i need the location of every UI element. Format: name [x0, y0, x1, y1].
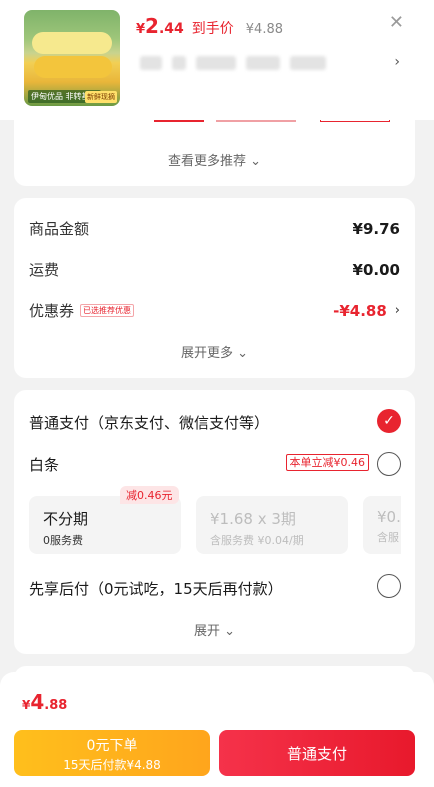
goods-amount-label: 商品金额	[29, 220, 90, 238]
blurred-spec-selector[interactable]	[140, 56, 326, 70]
total-price: ¥ 4 .88	[22, 690, 67, 714]
normal-payment-option[interactable]: 普通支付（京东支付、微信支付等）	[29, 412, 269, 433]
buy-now-pay-later-option[interactable]: 先享后付（0元试吃，15天后再付款）	[29, 578, 283, 599]
payment-method-card: 普通支付（京东支付、微信支付等） ✓ 白条 本单立减¥0.46 减0.46元 不…	[14, 390, 415, 654]
pay-later-title: 0元下单	[86, 738, 138, 754]
shipping-value: ¥0.00	[352, 260, 400, 279]
coupon-row[interactable]: 优惠券 已选推荐优惠 -¥4.88 ›	[29, 300, 400, 321]
price-currency: ¥	[136, 22, 146, 37]
baitiao-radio[interactable]	[377, 452, 401, 476]
chevron-right-icon[interactable]: ›	[395, 303, 400, 318]
total-currency: ¥	[22, 698, 31, 712]
plan-title: ¥1.68 x 3期	[210, 510, 296, 528]
checkout-footer: ¥ 4 .88 0元下单 15天后付款¥4.88 普通支付	[0, 672, 434, 787]
plan-fee: 含服务费 ¥0.04/期	[210, 534, 304, 547]
coupon-recommended-badge: 已选推荐优惠	[80, 304, 135, 317]
shipping-row: 运费 ¥0.00	[29, 259, 400, 280]
final-price-tag: 到手价	[191, 21, 234, 37]
corn-cob-shape	[32, 32, 112, 54]
plan-fee: 含服	[377, 531, 399, 544]
chevron-right-icon[interactable]: ›	[394, 54, 400, 70]
corn-cob-shape	[34, 56, 112, 78]
original-price: ¥4.88	[245, 22, 283, 37]
normal-pay-button[interactable]: 普通支付	[219, 730, 415, 776]
product-header: 伊甸优品 非转基因 新鲜现摘 ¥ 2 .44 到手价 ¥4.88 ✕ ›	[0, 0, 434, 120]
plan-discount-badge: 减0.46元	[120, 486, 179, 504]
price-decimal: .44	[158, 21, 184, 37]
expand-payment-link[interactable]: 展开 ⌄	[14, 620, 415, 639]
plan-title: 不分期	[43, 510, 89, 528]
thumbnail-badge: 新鲜现摘	[85, 91, 117, 103]
total-decimal: .88	[44, 698, 68, 713]
baitiao-option[interactable]: 白条	[29, 454, 59, 475]
coupon-label: 优惠券	[29, 302, 75, 320]
installment-plans: 不分期 0服务费 ¥1.68 x 3期 含服务费 ¥0.04/期 ¥0. 含服	[29, 496, 401, 556]
installment-plan-3[interactable]: ¥1.68 x 3期 含服务费 ¥0.04/期	[196, 496, 348, 554]
plan-fee: 0服务费	[43, 534, 83, 547]
plan-title: ¥0.	[377, 508, 401, 526]
goods-amount-value: ¥9.76	[352, 219, 400, 238]
bnpl-radio[interactable]	[377, 574, 401, 598]
price-line: ¥ 2 .44 到手价 ¥4.88	[136, 14, 283, 38]
baitiao-discount-badge: 本单立减¥0.46	[285, 454, 369, 471]
see-more-recommendations-link[interactable]: 查看更多推荐 ⌄	[14, 150, 415, 169]
total-integer: 4	[30, 690, 45, 714]
pay-later-subtitle: 15天后付款¥4.88	[63, 758, 161, 772]
order-now-pay-later-button[interactable]: 0元下单 15天后付款¥4.88	[14, 730, 210, 776]
price-integer: 2	[145, 14, 159, 38]
installment-plan-none[interactable]: 不分期 0服务费	[29, 496, 181, 554]
shipping-label: 运费	[29, 261, 60, 279]
close-icon[interactable]: ✕	[389, 12, 404, 33]
product-thumbnail[interactable]: 伊甸优品 非转基因 新鲜现摘	[24, 10, 120, 106]
installment-plan-next[interactable]: ¥0. 含服	[363, 496, 401, 554]
checked-icon[interactable]: ✓	[377, 409, 401, 433]
coupon-value: -¥4.88	[333, 301, 387, 320]
price-summary-card: 商品金额 ¥9.76 运费 ¥0.00 优惠券 已选推荐优惠 -¥4.88 › …	[14, 198, 415, 378]
expand-more-link[interactable]: 展开更多 ⌄	[14, 342, 415, 361]
goods-amount-row: 商品金额 ¥9.76	[29, 218, 400, 239]
